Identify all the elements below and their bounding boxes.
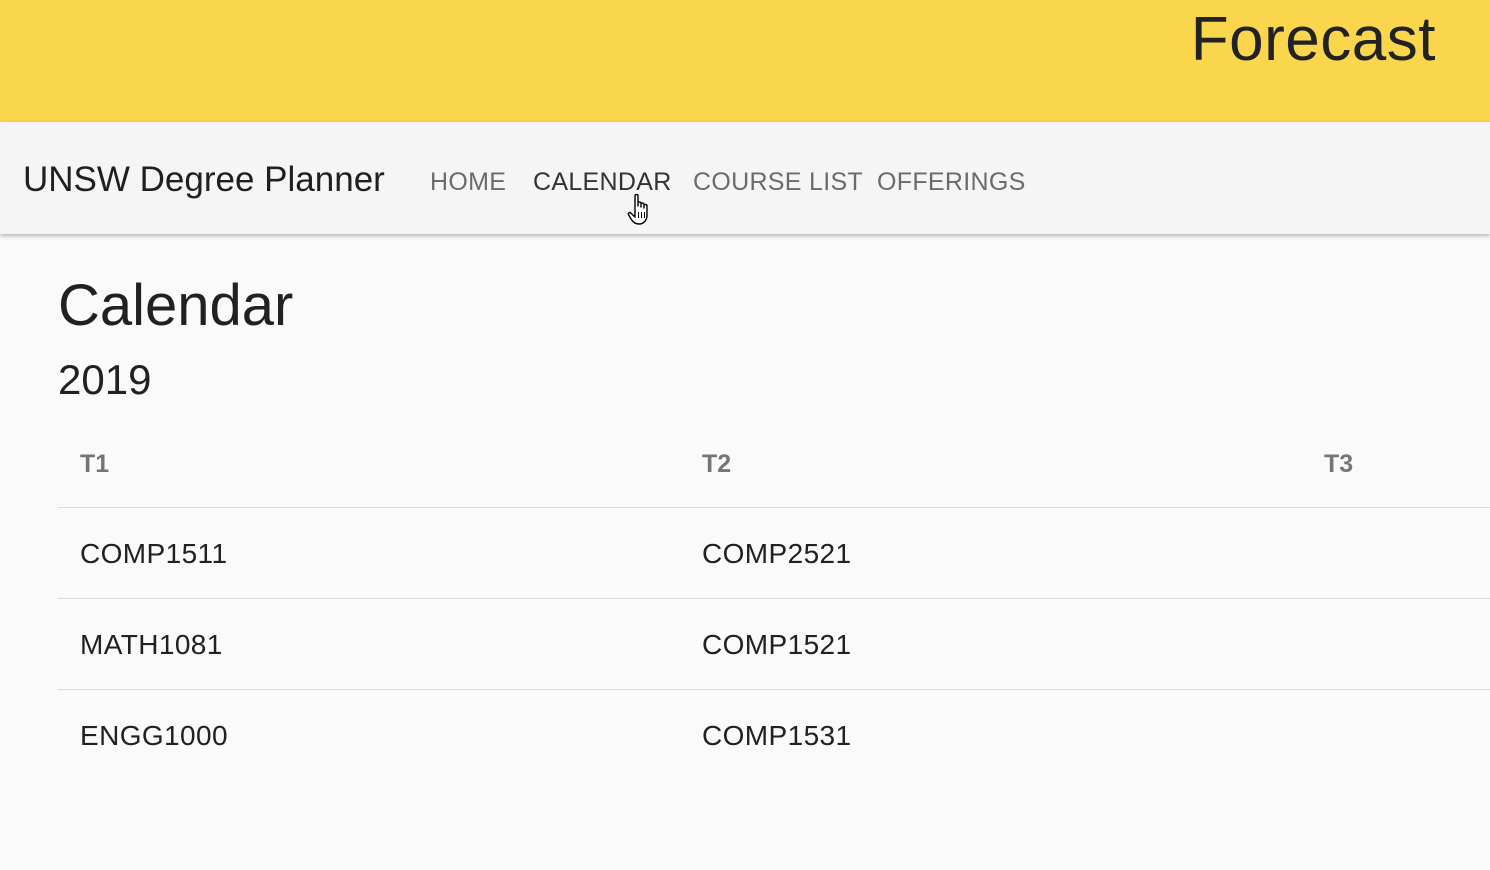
app-title: Forecast	[1190, 5, 1436, 74]
top-banner: Forecast	[0, 0, 1490, 122]
table-row: MATH1081 COMP1521	[58, 599, 1490, 690]
column-header-t2: T2	[702, 450, 732, 478]
nav-link-home[interactable]: HOME	[430, 168, 506, 197]
table-row: COMP1511 COMP2521	[58, 508, 1490, 599]
nav-link-offerings[interactable]: OFFERINGS	[877, 168, 1026, 197]
table-cell: COMP1521	[702, 629, 852, 660]
navbar: UNSW Degree Planner HOME CALENDAR COURSE…	[0, 122, 1490, 234]
table-row: ENGG1000 COMP1531	[58, 690, 1490, 780]
hand-pointer-cursor-icon	[627, 193, 657, 232]
year-heading: 2019	[58, 356, 152, 403]
table-cell: COMP2521	[702, 538, 852, 569]
table-header-row: T1 T2 T3	[58, 419, 1490, 508]
table-cell: ENGG1000	[80, 720, 228, 751]
brand-link[interactable]: UNSW Degree Planner	[23, 160, 385, 200]
column-header-t3: T3	[1324, 450, 1354, 478]
page-title: Calendar	[58, 273, 294, 338]
table-cell: MATH1081	[80, 629, 223, 660]
table-cell: COMP1531	[702, 720, 852, 751]
table-cell: COMP1511	[80, 538, 228, 569]
calendar-table: T1 T2 T3 COMP1511 COMP2521 MATH1081 COMP…	[58, 419, 1490, 780]
column-header-t1: T1	[80, 450, 110, 478]
nav-link-course-list[interactable]: COURSE LIST	[693, 168, 863, 197]
